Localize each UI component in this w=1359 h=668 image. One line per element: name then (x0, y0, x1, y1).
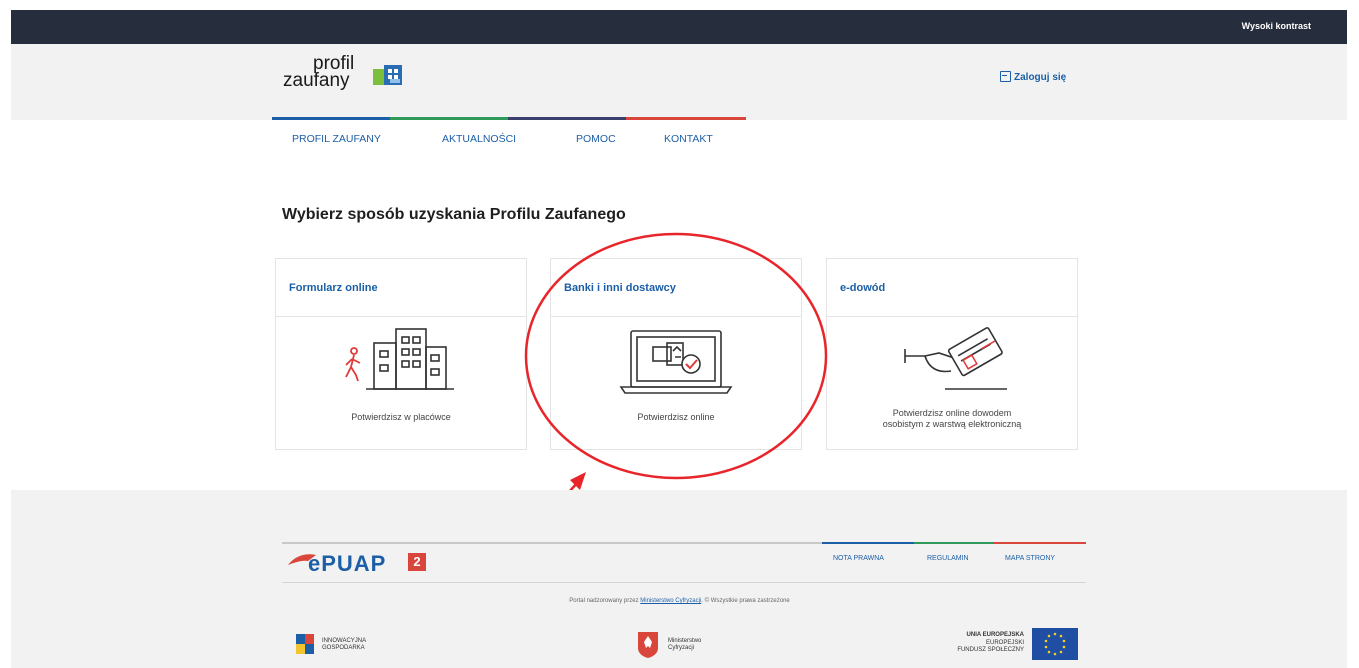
card-title: e-dowód (840, 282, 886, 294)
card-caption: Potwierdzisz w placówce (351, 412, 451, 422)
nav-item-kontakt[interactable]: KONTAKT (664, 133, 713, 145)
office-building-icon (345, 328, 454, 390)
footer-line-red (994, 542, 1086, 544)
option-card-online-form[interactable]: Formularz online Potwierdzisz w placówce (275, 258, 527, 450)
page-title: Wybierz sposób uzyskania Profilu Zaufane… (282, 206, 626, 223)
nav-color-bar-3 (508, 117, 626, 120)
footer-line-blue (822, 542, 914, 544)
nav-item-aktualnosci[interactable]: AKTUALNOŚCI (442, 133, 516, 145)
nav-item-pomoc[interactable]: POMOC (576, 133, 616, 145)
footer-link-regulamin[interactable]: REGULAMIN (927, 555, 969, 562)
high-contrast-toggle[interactable]: Wysoki kontrast (1242, 21, 1311, 31)
login-link[interactable]: Zaloguj się (1000, 71, 1066, 83)
card-caption: Potwierdzisz online dowodem osobistym z … (882, 408, 1022, 429)
footer-note: Portal nadzorowany przez Ministerstwo Cy… (569, 598, 790, 604)
highlight-arrow-head (570, 472, 586, 490)
card-caption: Potwierdzisz online (637, 412, 715, 422)
polish-eagle-icon (638, 632, 658, 658)
laptop-verified-icon (619, 330, 733, 394)
nav-color-bar-2 (390, 117, 508, 120)
footer-link-nota-prawna[interactable]: NOTA PRAWNA (833, 555, 884, 562)
epuap-version-badge: 2 (408, 553, 426, 571)
option-card-e-dowod[interactable]: e-dowód Potwierdzisz online dowodem osob… (826, 258, 1078, 450)
sponsor-ministerstwo-cyfryzacji: Ministerstwo Cyfryzacji (636, 630, 756, 660)
profil-zaufany-logo[interactable]: profil zaufany (283, 53, 443, 105)
nav-color-bar-4 (626, 117, 746, 120)
site-header: profil zaufany Zaloguj się (11, 44, 1347, 120)
nav-color-bar-1 (272, 117, 390, 120)
footer-link-mapa-strony[interactable]: MAPA STRONY (1005, 555, 1055, 562)
sponsor-innowacyjna-gospodarka: INNOWACYJNA GOSPODARKA (294, 630, 414, 660)
epuap-logo[interactable]: ePUAP 2 (286, 547, 446, 582)
ig-emblem-icon (296, 634, 314, 654)
nav-item-profil-zaufany[interactable]: PROFIL ZAUFANY (292, 133, 381, 145)
footer-line-gray (282, 542, 822, 544)
logo-wordmark: profil zaufany (283, 53, 355, 91)
option-card-banks[interactable]: Banki i inni dostawcy Potwierdzisz onlin… (550, 258, 802, 450)
card-header: Formularz online (276, 259, 526, 317)
login-icon (1000, 71, 1011, 82)
footer-line-green (914, 542, 994, 544)
id-card-hand-icon (904, 327, 1007, 390)
card-title: Formularz online (289, 282, 378, 294)
card-header: Banki i inni dostawcy (551, 259, 801, 317)
footer-line-bottom (282, 582, 1086, 583)
card-header: e-dowód (827, 259, 1077, 317)
card-title: Banki i inni dostawcy (564, 282, 676, 294)
epuap-logo-text: ePUAP (308, 551, 387, 576)
logo-emblem-icon (373, 65, 402, 85)
top-bar: Wysoki kontrast (11, 10, 1347, 44)
eu-flag-icon (1032, 628, 1078, 660)
sponsor-unia-europejska: UNIA EUROPEJSKA EUROPEJSKI FUNDUSZ SPOŁE… (930, 628, 1080, 662)
ministry-link[interactable]: Ministerstwo Cyfryzacji (640, 598, 701, 604)
